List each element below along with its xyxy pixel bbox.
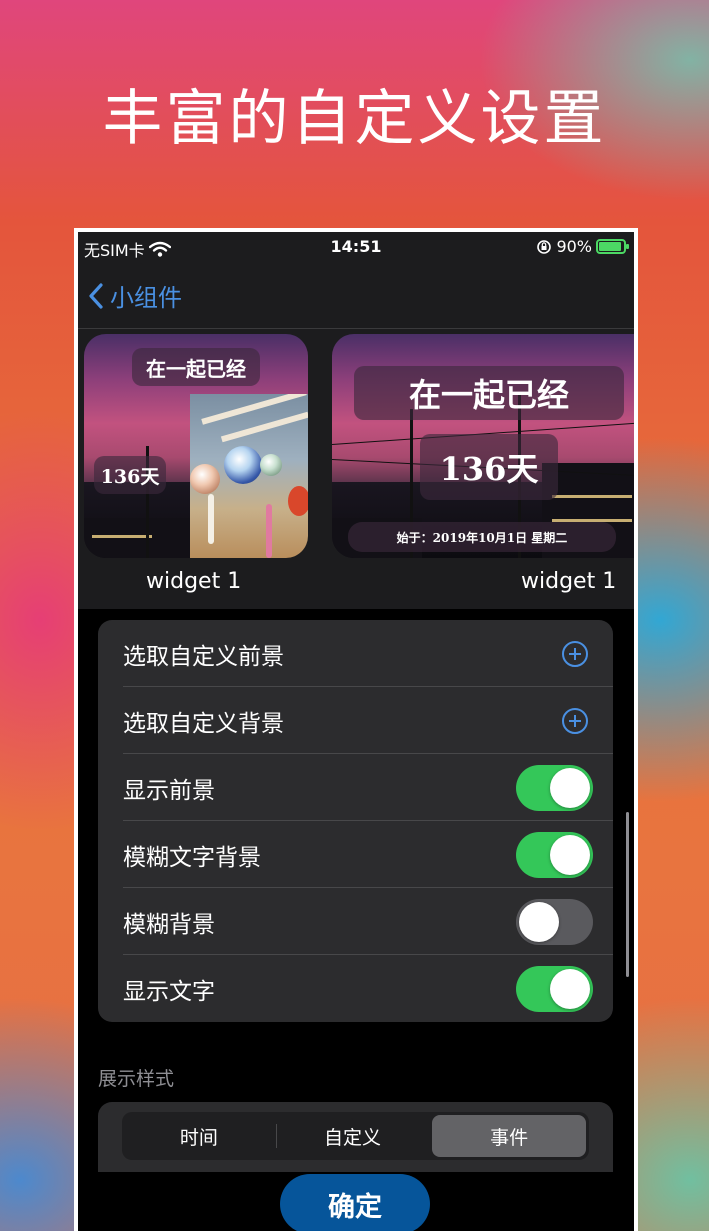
rotation-lock-icon [537, 239, 552, 254]
show-foreground-toggle[interactable] [516, 764, 593, 811]
chevron-left-icon [89, 282, 103, 309]
widget-small-title: 在一起已经 [132, 348, 260, 386]
widget-small-label: widget 1 [146, 569, 242, 594]
blur-background-toggle[interactable] [516, 898, 593, 945]
widget-medium-since: 始于：2019年10月1日 星期二 [348, 522, 616, 552]
widget-small-preview[interactable]: 在一起已经 136天 [84, 334, 308, 558]
add-circle-icon[interactable] [562, 707, 588, 734]
blur-text-background-toggle[interactable] [516, 831, 593, 878]
row-label: 选取自定义背景 [123, 710, 284, 737]
widget-small-days: 136天 [94, 456, 166, 494]
row-blur-background: 模糊背景 [98, 888, 613, 955]
widget-preview-strip: 在一起已经 136天 在一起已经 136天 始于：2019年10月1日 星期二 … [78, 329, 634, 609]
battery-percent: 90% [556, 237, 592, 256]
settings-card: 选取自定义前景 选取自定义背景 显示前景 模糊文字背景 模糊背景 显示文字 [98, 620, 613, 1022]
scroll-indicator [626, 812, 629, 977]
row-show-text: 显示文字 [98, 955, 613, 1022]
add-circle-icon[interactable] [562, 640, 588, 667]
widget-medium-label: widget 1 [521, 569, 617, 594]
status-bar: 无SIM卡 14:51 90% [78, 232, 634, 262]
display-style-card: 时间 自定义 事件 [98, 1102, 613, 1172]
row-show-foreground: 显示前景 [98, 754, 613, 821]
row-choose-background[interactable]: 选取自定义背景 [98, 687, 613, 754]
row-label: 显示前景 [123, 777, 215, 804]
phone-frame: 无SIM卡 14:51 90% 小组件 在一起已经 136天 在一起已经 136… [74, 228, 638, 1231]
app-screen: 无SIM卡 14:51 90% 小组件 在一起已经 136天 在一起已经 136… [78, 232, 634, 1231]
confirm-button[interactable]: 确定 [280, 1174, 430, 1231]
row-label: 选取自定义前景 [123, 643, 284, 670]
row-blur-text-background: 模糊文字背景 [98, 821, 613, 888]
row-label: 模糊文字背景 [123, 844, 261, 871]
widget-medium-days: 136天 [420, 434, 558, 500]
segment-time[interactable]: 时间 [122, 1112, 276, 1160]
show-text-toggle[interactable] [516, 965, 593, 1012]
row-label: 模糊背景 [123, 911, 215, 938]
segment-event[interactable]: 事件 [432, 1115, 587, 1157]
display-style-segmented-control: 时间 自定义 事件 [122, 1112, 589, 1160]
widget-medium-preview[interactable]: 在一起已经 136天 始于：2019年10月1日 星期二 [332, 334, 634, 558]
hero-title: 丰富的自定义设置 [102, 84, 607, 154]
display-style-heading: 展示样式 [98, 1068, 175, 1090]
back-label: 小组件 [110, 284, 182, 312]
navigation-area: 无SIM卡 14:51 90% 小组件 [78, 232, 634, 329]
back-button[interactable]: 小组件 [88, 278, 182, 313]
segment-custom[interactable]: 自定义 [276, 1112, 430, 1160]
row-choose-foreground[interactable]: 选取自定义前景 [98, 620, 613, 687]
battery-icon [596, 239, 629, 254]
row-label: 显示文字 [123, 978, 215, 1005]
foreground-photo [190, 394, 308, 558]
widget-medium-title: 在一起已经 [354, 366, 624, 420]
